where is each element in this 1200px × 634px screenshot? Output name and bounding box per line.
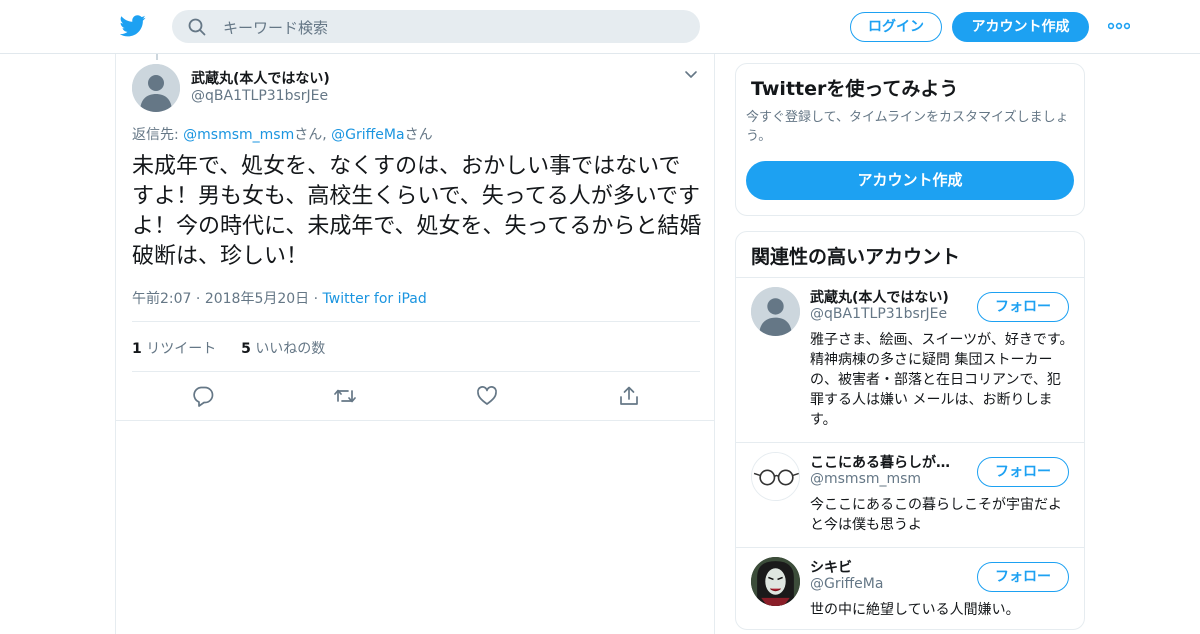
account-handle[interactable]: @GriffeMa — [810, 576, 883, 592]
like-heart-icon[interactable] — [476, 385, 498, 407]
account-bio: 今ここにあるこの暮らしこそが宇宙だよと今は僕も思うよ — [810, 497, 1062, 533]
chevron-down-icon[interactable] — [684, 70, 698, 80]
top-navigation-bar: キーワード検索 ログイン アカウント作成 — [0, 0, 1200, 54]
divider — [132, 371, 700, 372]
reply-separator: , — [322, 127, 332, 143]
tweet-text: 未成年で、処女を、なくすのは、おかしい事ではないですよ！男も女も、高校生くらいで… — [132, 154, 702, 269]
search-icon — [188, 18, 206, 36]
login-button[interactable]: ログイン — [850, 12, 942, 42]
search-input-placeholder[interactable]: キーワード検索 — [223, 17, 328, 38]
eyeglasses-icon — [752, 453, 799, 500]
more-options-icon[interactable] — [1108, 22, 1130, 30]
related-account-item[interactable]: シキビ @GriffeMa フォロー 世の中に絶望している人間嫌い。 — [736, 547, 1084, 631]
signup-card-title: Twitterを使ってみよう — [751, 78, 959, 100]
tweet-stats: 1 リツイート 5 いいねの数 — [132, 338, 325, 358]
reply-suffix: さん — [404, 127, 433, 143]
signup-promo-card: Twitterを使ってみよう 今すぐ登録して、タイムラインをカスタマイズしましょ… — [735, 63, 1085, 216]
tweet-date[interactable]: 2018年5月20日 — [205, 291, 309, 307]
avatar[interactable] — [751, 557, 800, 606]
reply-context: 返信先: @msmsm_msmさん, @GriffeMaさん — [132, 124, 433, 144]
like-stat[interactable]: 5 いいねの数 — [241, 341, 325, 357]
avatar[interactable] — [751, 287, 800, 336]
account-name[interactable]: シキビ — [810, 557, 852, 577]
thread-connector-line — [156, 54, 158, 60]
signup-card-button[interactable]: アカウント作成 — [746, 161, 1074, 200]
tweet-metadata: 午前2:07 · 2018年5月20日 · Twitter for iPad — [132, 288, 427, 308]
follow-button[interactable]: フォロー — [977, 292, 1069, 322]
account-handle[interactable]: @qBA1TLP31bsrJEe — [810, 306, 947, 322]
avatar[interactable] — [132, 64, 180, 112]
search-box[interactable]: キーワード検索 — [172, 10, 700, 43]
reply-mention-link[interactable]: @GriffeMa — [331, 127, 404, 143]
signup-button[interactable]: アカウント作成 — [952, 12, 1089, 42]
reply-prefix: 返信先: — [132, 127, 184, 143]
reply-suffix: さん — [294, 127, 323, 143]
related-account-item[interactable]: ここにある暮らしが… @msmsm_msm フォロー 今ここにあるこの暮らしこそ… — [736, 442, 1084, 547]
related-accounts-title: 関連性の高いアカウント — [751, 246, 961, 268]
meta-separator: · — [191, 291, 205, 307]
follow-button[interactable]: フォロー — [977, 562, 1069, 592]
divider — [132, 321, 700, 322]
character-portrait-icon — [751, 557, 800, 606]
related-accounts-card: 関連性の高いアカウント 武蔵丸(本人ではない) @qBA1TLP31bsrJEe… — [735, 231, 1085, 630]
related-account-item[interactable]: 武蔵丸(本人ではない) @qBA1TLP31bsrJEe フォロー 雅子さま、絵… — [736, 277, 1084, 442]
tweet-card: 武蔵丸(本人ではない) @qBA1TLP31bsrJEe 返信先: @msmsm… — [116, 54, 714, 421]
account-handle[interactable]: @msmsm_msm — [810, 471, 921, 487]
meta-separator: · — [309, 291, 323, 307]
account-name[interactable]: ここにある暮らしが… — [810, 452, 950, 472]
tweet-time[interactable]: 午前2:07 — [132, 291, 191, 307]
default-avatar-icon — [132, 64, 180, 112]
retweet-stat[interactable]: 1 リツイート — [132, 341, 216, 357]
reply-icon[interactable] — [192, 385, 214, 407]
twitter-bird-icon[interactable] — [120, 14, 146, 38]
share-icon[interactable] — [618, 385, 640, 407]
signup-card-description: 今すぐ登録して、タイムラインをカスタマイズしましょう。 — [746, 110, 1069, 144]
retweet-icon[interactable] — [334, 385, 356, 407]
account-bio: 世の中に絶望している人間嫌い。 — [810, 602, 1020, 618]
author-name[interactable]: 武蔵丸(本人ではない) — [191, 68, 330, 88]
tweet-column: 武蔵丸(本人ではない) @qBA1TLP31bsrJEe 返信先: @msmsm… — [115, 54, 715, 634]
follow-button[interactable]: フォロー — [977, 457, 1069, 487]
reply-mention-link[interactable]: @msmsm_msm — [183, 127, 294, 143]
like-label: いいねの数 — [255, 341, 326, 357]
retweet-count: 1 — [132, 341, 142, 357]
author-handle[interactable]: @qBA1TLP31bsrJEe — [191, 88, 328, 104]
account-bio: 雅子さま、絵画、スイーツが、好きです。精神病棟の多さに疑問 集団ストーカーの、被… — [810, 332, 1074, 428]
retweet-label: リツイート — [146, 341, 217, 357]
tweet-source-link[interactable]: Twitter for iPad — [323, 291, 427, 307]
like-count: 5 — [241, 341, 251, 357]
default-avatar-icon — [751, 287, 800, 336]
account-name[interactable]: 武蔵丸(本人ではない) — [810, 287, 949, 307]
avatar[interactable] — [751, 452, 800, 501]
